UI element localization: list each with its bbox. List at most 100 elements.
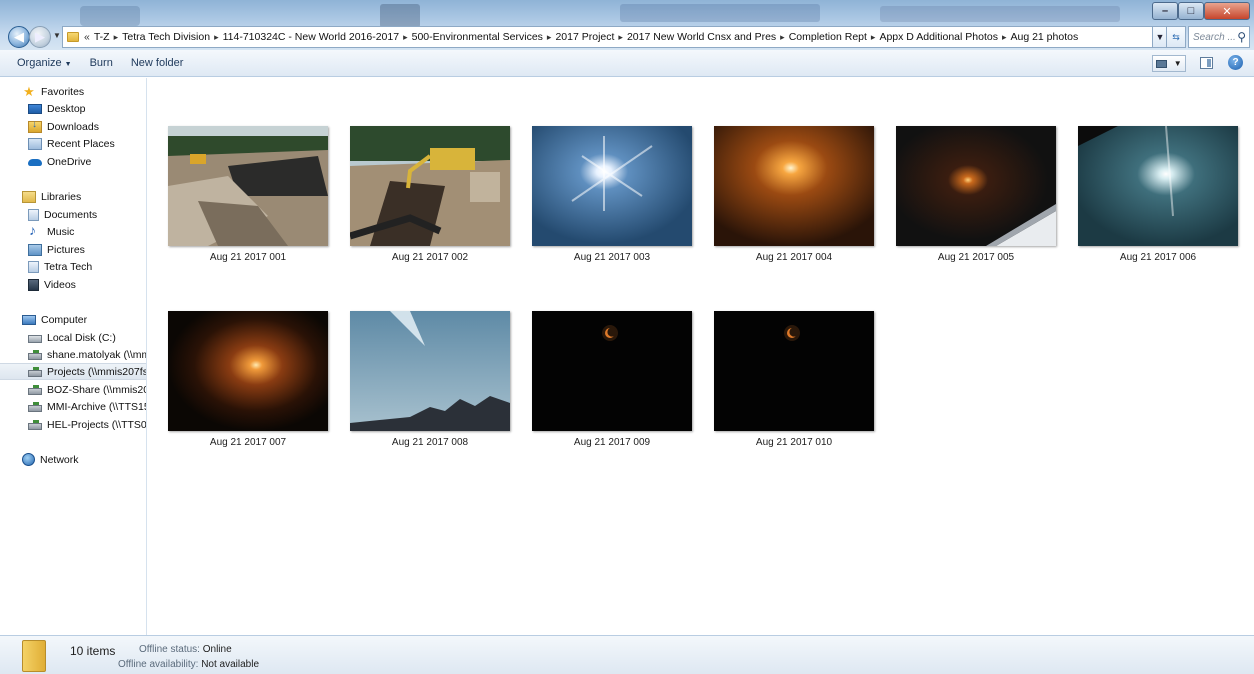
- file-name[interactable]: Aug 21 2017 002: [350, 252, 510, 263]
- photo-thumbnail[interactable]: [350, 126, 510, 246]
- organize-button[interactable]: Organize ▼: [8, 57, 81, 69]
- glass-background: [620, 4, 820, 22]
- breadcrumb-item[interactable]: 2017 New World Cnsx and Pres: [627, 31, 776, 43]
- breadcrumb-item[interactable]: T-Z: [94, 31, 110, 43]
- glass-background: [80, 6, 140, 26]
- breadcrumb-separator[interactable]: ▸: [1002, 32, 1007, 42]
- breadcrumb-item[interactable]: Aug 21 photos: [1010, 31, 1078, 43]
- file-tile[interactable]: Aug 21 2017 007: [168, 311, 328, 451]
- photo-thumbnail[interactable]: [896, 126, 1056, 246]
- back-arrow-icon: ◀: [14, 29, 24, 44]
- sidebar-item-desktop[interactable]: Desktop: [0, 100, 146, 117]
- sidebar-section-header: Libraries: [41, 190, 82, 203]
- file-name[interactable]: Aug 21 2017 010: [714, 437, 874, 448]
- preview-pane-button[interactable]: [1200, 57, 1213, 69]
- refresh-button[interactable]: ⇆: [1166, 26, 1186, 48]
- sidebar-item-network-drive[interactable]: shane.matolyak (\\mmis: [0, 346, 147, 363]
- maximize-button[interactable]: □: [1178, 2, 1204, 20]
- sidebar-item-recent-places[interactable]: Recent Places: [0, 135, 146, 152]
- search-input[interactable]: Search ... ⚲: [1188, 26, 1250, 48]
- sidebar-item-libraries[interactable]: Libraries: [0, 188, 146, 205]
- sidebar-item-label: Projects (\\mmis207fs1.: [47, 365, 147, 378]
- breadcrumb-separator[interactable]: ▸: [871, 32, 876, 42]
- burn-button[interactable]: Burn: [81, 57, 122, 69]
- music-icon: [28, 223, 42, 238]
- sidebar-item-favorites[interactable]: ★ Favorites: [0, 83, 146, 100]
- sidebar-item-tetra-tech[interactable]: Tetra Tech: [0, 258, 146, 275]
- file-tile[interactable]: Aug 21 2017 006: [1078, 126, 1238, 266]
- photo-thumbnail[interactable]: [350, 311, 510, 431]
- sidebar-item-onedrive[interactable]: OneDrive: [0, 153, 146, 170]
- recent-pages-dropdown[interactable]: ▼: [53, 31, 61, 40]
- file-tile[interactable]: Aug 21 2017 004: [714, 126, 874, 266]
- photo-thumbnail[interactable]: [168, 311, 328, 431]
- breadcrumb-item[interactable]: 500-Environmental Services: [412, 31, 543, 43]
- sidebar-section-header: Favorites: [41, 85, 85, 98]
- computer-icon: [22, 314, 36, 325]
- hard-disk-icon: [28, 335, 42, 343]
- photo-thumbnail[interactable]: [168, 126, 328, 246]
- sidebar-item-downloads[interactable]: Downloads: [0, 118, 146, 135]
- file-tile[interactable]: Aug 21 2017 002: [350, 126, 510, 266]
- breadcrumb-item[interactable]: 2017 Project: [555, 31, 614, 43]
- file-name[interactable]: Aug 21 2017 007: [168, 437, 328, 448]
- new-folder-button[interactable]: New folder: [122, 57, 193, 69]
- sidebar-item-music[interactable]: Music: [0, 223, 146, 240]
- sidebar-item-label: shane.matolyak (\\mmis: [47, 348, 147, 361]
- file-tile[interactable]: Aug 21 2017 005: [896, 126, 1056, 266]
- breadcrumb-item[interactable]: 114-710324C - New World 2016-2017: [223, 31, 399, 43]
- breadcrumb-overflow[interactable]: «: [84, 31, 90, 43]
- breadcrumb-item[interactable]: Completion Rept: [789, 31, 867, 43]
- breadcrumb-item[interactable]: Tetra Tech Division: [122, 31, 210, 43]
- file-tile[interactable]: Aug 21 2017 003: [532, 126, 692, 266]
- forward-arrow-icon: ▶: [35, 29, 45, 44]
- close-button[interactable]: ✕: [1204, 2, 1250, 20]
- sidebar-item-documents[interactable]: Documents: [0, 206, 146, 223]
- breadcrumb-separator[interactable]: ▸: [403, 32, 408, 42]
- help-button[interactable]: ?: [1228, 55, 1243, 70]
- photo-thumbnail[interactable]: [1078, 126, 1238, 246]
- file-name[interactable]: Aug 21 2017 009: [532, 437, 692, 448]
- photo-thumbnail[interactable]: [714, 126, 874, 246]
- address-bar[interactable]: « T-Z ▸ Tetra Tech Division ▸ 114-710324C - …: [62, 26, 1172, 48]
- file-name[interactable]: Aug 21 2017 008: [350, 437, 510, 448]
- photo-thumbnail[interactable]: [714, 311, 874, 431]
- sidebar-item-network[interactable]: Network: [0, 451, 146, 468]
- file-name[interactable]: Aug 21 2017 001: [168, 252, 328, 263]
- breadcrumb-item[interactable]: Appx D Additional Photos: [879, 31, 998, 43]
- minimize-button[interactable]: –: [1152, 2, 1178, 20]
- change-view-button[interactable]: ▼: [1152, 55, 1186, 72]
- breadcrumb-separator[interactable]: ▸: [114, 32, 119, 42]
- sidebar-item-local-disk[interactable]: Local Disk (C:): [0, 329, 146, 346]
- file-name[interactable]: Aug 21 2017 006: [1078, 252, 1238, 263]
- sidebar-item-pictures[interactable]: Pictures: [0, 241, 146, 258]
- file-name[interactable]: Aug 21 2017 005: [896, 252, 1056, 263]
- forward-button[interactable]: ▶: [29, 26, 51, 48]
- file-name[interactable]: Aug 21 2017 004: [714, 252, 874, 263]
- breadcrumb-separator[interactable]: ▸: [214, 32, 219, 42]
- sidebar-item-label: Documents: [44, 208, 98, 221]
- file-tile[interactable]: Aug 21 2017 008: [350, 311, 510, 451]
- file-tile[interactable]: Aug 21 2017 001: [168, 126, 328, 266]
- file-tile[interactable]: Aug 21 2017 009: [532, 311, 692, 451]
- sidebar-item-hel-projects[interactable]: HEL-Projects (\\TTS030: [0, 416, 146, 433]
- photo-thumbnail[interactable]: [532, 311, 692, 431]
- videos-icon: [28, 278, 39, 291]
- library-icon: [28, 260, 39, 273]
- breadcrumb-separator[interactable]: ▸: [780, 32, 785, 42]
- sidebar-item-projects[interactable]: Projects (\\mmis207fs1.: [0, 363, 147, 380]
- glass-background: [880, 6, 1120, 22]
- breadcrumb-separator[interactable]: ▸: [618, 32, 623, 42]
- sidebar-item-mmi-archive[interactable]: MMI-Archive (\\TTS153: [0, 398, 146, 415]
- search-placeholder: Search ...: [1193, 31, 1236, 43]
- breadcrumb-separator[interactable]: ▸: [547, 32, 552, 42]
- search-icon: ⚲: [1237, 30, 1246, 44]
- sidebar-item-boz-share[interactable]: BOZ-Share (\\mmis207: [0, 381, 146, 398]
- photo-thumbnail[interactable]: [532, 126, 692, 246]
- file-name[interactable]: Aug 21 2017 003: [532, 252, 692, 263]
- back-button[interactable]: ◀: [8, 26, 30, 48]
- desktop-icon: [28, 103, 42, 114]
- sidebar-item-computer[interactable]: Computer: [0, 311, 146, 328]
- file-tile[interactable]: Aug 21 2017 010: [714, 311, 874, 451]
- sidebar-item-videos[interactable]: Videos: [0, 276, 146, 293]
